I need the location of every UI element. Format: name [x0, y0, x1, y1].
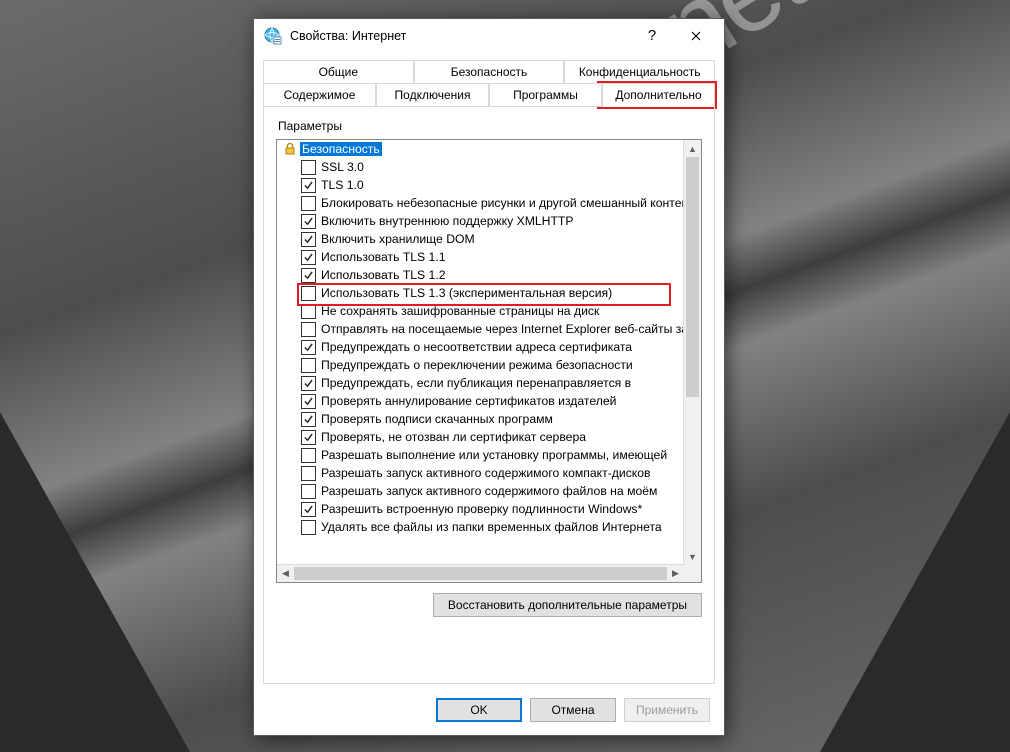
tab-дополнительно[interactable]: Дополнительно [602, 83, 715, 107]
horizontal-scrollbar[interactable]: ◀ ▶ [277, 564, 684, 582]
tab-конфиденциальность[interactable]: Конфиденциальность [564, 60, 715, 84]
checkbox[interactable] [301, 178, 316, 193]
tree-item[interactable]: Удалять все файлы из папки временных фай… [277, 518, 684, 536]
tree-item[interactable]: Проверять подписи скачанных программ [277, 410, 684, 428]
tree-item-label: Разрешать выполнение или установку прогр… [321, 448, 667, 462]
window-title: Свойства: Интернет [290, 29, 630, 43]
tree-item[interactable]: Проверять аннулирование сертификатов изд… [277, 392, 684, 410]
tree-item[interactable]: Включить хранилище DOM [277, 230, 684, 248]
tree-item-label: TLS 1.0 [321, 178, 364, 192]
checkbox[interactable] [301, 520, 316, 535]
checkbox[interactable] [301, 250, 316, 265]
tree-item-label: Включить хранилище DOM [321, 232, 475, 246]
checkbox[interactable] [301, 322, 316, 337]
tab-программы[interactable]: Программы [489, 83, 602, 107]
tree-item-label: Разрешать запуск активного содержимого ф… [321, 484, 657, 498]
tree-item[interactable]: Предупреждать, если публикация перенапра… [277, 374, 684, 392]
tree-item-label: Включить внутреннюю поддержку XMLHTTP [321, 214, 574, 228]
tree-item[interactable]: Использовать TLS 1.2 [277, 266, 684, 284]
tab-общие[interactable]: Общие [263, 60, 414, 84]
tree-category-security[interactable]: Безопасность [277, 140, 684, 158]
tree-item[interactable]: Разрешать выполнение или установку прогр… [277, 446, 684, 464]
checkbox[interactable] [301, 448, 316, 463]
checkbox[interactable] [301, 340, 316, 355]
tree-category-label: Безопасность [300, 142, 382, 156]
tree-item[interactable]: TLS 1.0 [277, 176, 684, 194]
tree-item-label: Не сохранять зашифрованные страницы на д… [321, 304, 599, 318]
checkbox[interactable] [301, 358, 316, 373]
tree-item-label: Проверять, не отозван ли сертификат серв… [321, 430, 586, 444]
lock-icon [283, 142, 297, 156]
tree-item[interactable]: Разрешать запуск активного содержимого ф… [277, 482, 684, 500]
scroll-corner [684, 565, 701, 582]
titlebar: Свойства: Интернет ? [254, 19, 724, 52]
tree-item[interactable]: Включить внутреннюю поддержку XMLHTTP [277, 212, 684, 230]
tree-item-label: Использовать TLS 1.3 (экспериментальная … [321, 286, 612, 300]
tab-содержимое[interactable]: Содержимое [263, 83, 376, 107]
cancel-button[interactable]: Отмена [530, 698, 616, 722]
dialog-footer: OK Отмена Применить [254, 684, 724, 735]
tab-безопасность[interactable]: Безопасность [414, 60, 565, 84]
tree-item[interactable]: Использовать TLS 1.1 [277, 248, 684, 266]
checkbox[interactable] [301, 286, 316, 301]
checkbox[interactable] [301, 502, 316, 517]
tree-item[interactable]: Отправлять на посещаемые через Internet … [277, 320, 684, 338]
scroll-down-arrow[interactable]: ▼ [684, 548, 701, 565]
checkbox[interactable] [301, 160, 316, 175]
tree-item-label: Отправлять на посещаемые через Internet … [321, 322, 684, 336]
tree-item[interactable]: Блокировать небезопасные рисунки и друго… [277, 194, 684, 212]
tab-подключения[interactable]: Подключения [376, 83, 489, 107]
checkbox[interactable] [301, 466, 316, 481]
tree-item[interactable]: Проверять, не отозван ли сертификат серв… [277, 428, 684, 446]
checkbox[interactable] [301, 376, 316, 391]
tab-strip: ОбщиеБезопасностьКонфиденциальность Соде… [254, 52, 724, 107]
ok-button[interactable]: OK [436, 698, 522, 722]
checkbox[interactable] [301, 412, 316, 427]
scroll-left-arrow[interactable]: ◀ [277, 568, 294, 579]
checkbox[interactable] [301, 232, 316, 247]
vertical-scroll-thumb[interactable] [686, 157, 699, 397]
tree-item[interactable]: Предупреждать о несоответствии адреса се… [277, 338, 684, 356]
checkbox[interactable] [301, 304, 316, 319]
apply-button[interactable]: Применить [624, 698, 710, 722]
tree-item-label: SSL 3.0 [321, 160, 364, 174]
tree-item-label: Удалять все файлы из папки временных фай… [321, 520, 662, 534]
tree-item[interactable]: SSL 3.0 [277, 158, 684, 176]
tree-item[interactable]: Использовать TLS 1.3 (экспериментальная … [277, 284, 684, 302]
checkbox[interactable] [301, 484, 316, 499]
scroll-right-arrow[interactable]: ▶ [667, 568, 684, 579]
horizontal-scroll-thumb[interactable] [294, 567, 667, 580]
scroll-up-arrow[interactable]: ▲ [684, 140, 701, 157]
tree-item-label: Блокировать небезопасные рисунки и друго… [321, 196, 684, 210]
tree-item-label: Проверять аннулирование сертификатов изд… [321, 394, 616, 408]
tree-item-label: Предупреждать о несоответствии адреса се… [321, 340, 632, 354]
checkbox[interactable] [301, 394, 316, 409]
restore-advanced-button[interactable]: Восстановить дополнительные параметры [433, 593, 702, 617]
tab-panel-advanced: Параметры Безопасность SSL 3.0 TLS 1.0 Блок… [263, 107, 715, 684]
checkbox[interactable] [301, 430, 316, 445]
parameters-label: Параметры [278, 119, 702, 133]
tree-item[interactable]: Разрешить встроенную проверку подлинност… [277, 500, 684, 518]
tree-item[interactable]: Не сохранять зашифрованные страницы на д… [277, 302, 684, 320]
internet-options-icon [264, 27, 282, 45]
tree-item-label: Использовать TLS 1.2 [321, 268, 446, 282]
close-button[interactable] [674, 22, 718, 50]
tree-item-label: Разрешить встроенную проверку подлинност… [321, 502, 642, 516]
checkbox[interactable] [301, 268, 316, 283]
internet-properties-dialog: Свойства: Интернет ? ОбщиеБезопасностьКо… [253, 18, 725, 736]
tree-item-label: Предупреждать, если публикация перенапра… [321, 376, 631, 390]
tree-item-label: Использовать TLS 1.1 [321, 250, 446, 264]
checkbox[interactable] [301, 214, 316, 229]
help-button[interactable]: ? [630, 22, 674, 50]
tree-item-label: Разрешать запуск активного содержимого к… [321, 466, 651, 480]
tree-item-label: Предупреждать о переключении режима безо… [321, 358, 633, 372]
tree-item-label: Проверять подписи скачанных программ [321, 412, 553, 426]
tree-item[interactable]: Разрешать запуск активного содержимого к… [277, 464, 684, 482]
checkbox[interactable] [301, 196, 316, 211]
vertical-scrollbar[interactable]: ▲ ▼ [683, 140, 701, 565]
settings-tree[interactable]: Безопасность SSL 3.0 TLS 1.0 Блокировать не… [276, 139, 702, 583]
tree-item[interactable]: Предупреждать о переключении режима безо… [277, 356, 684, 374]
